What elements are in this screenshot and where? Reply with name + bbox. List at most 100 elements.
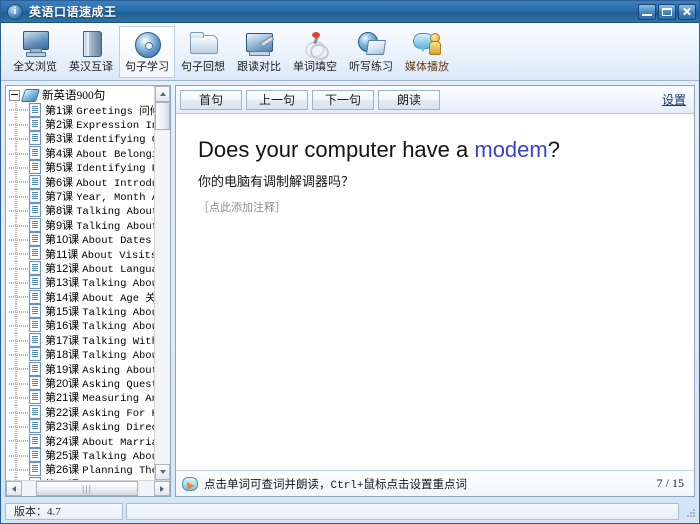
sentence-keyword[interactable]: modem <box>474 137 547 162</box>
status-pane <box>126 502 679 520</box>
tree-item-lesson[interactable]: 第20课 Asking Quest <box>6 375 154 391</box>
sentence-english[interactable]: Does your computer have a modem? <box>198 136 694 164</box>
tree-connector <box>9 131 29 146</box>
tree-vertical-scrollbar[interactable] <box>154 86 170 480</box>
tree-item-lesson[interactable]: 第1课 Greetings 问候 <box>6 102 154 118</box>
tree-item-lesson[interactable]: 第13课 Talking Abou <box>6 275 154 290</box>
toolbar-item-media-player[interactable]: 媒体播放 <box>399 26 455 78</box>
document-icon <box>29 116 41 131</box>
scroll-left-button[interactable] <box>6 481 22 496</box>
tree-item-lesson[interactable]: 第12课 About Langua <box>6 260 154 276</box>
tree-item-lesson[interactable]: 第9课 Talking About <box>6 217 154 233</box>
tree-item-lesson[interactable]: 第15课 Talking Abou <box>6 303 154 319</box>
tree-connector <box>9 332 29 348</box>
previous-sentence-button[interactable]: 上一句 <box>246 89 308 110</box>
tree-item-lesson[interactable]: 第5课 Identifying P <box>6 159 154 175</box>
sentence-chinese: 你的电脑有调制解调器吗？ <box>198 174 355 189</box>
toolbar-item-sentence-recall[interactable]: 句子回想 <box>175 26 231 78</box>
status-hint: 点击单词可查词并朗读，Ctrl+鼠标点击设置重点词 <box>204 476 467 492</box>
tree-item-lesson[interactable]: 第10课 About Dates <box>6 231 154 247</box>
tree-item-lesson[interactable]: 第25课 Talking Abou <box>6 447 154 463</box>
tree-item-lesson[interactable]: 第22课 Asking For H <box>6 404 154 420</box>
toolbar-label: 句子回想 <box>181 61 225 73</box>
tree-item-lesson[interactable]: 第14课 About Age 关 <box>6 289 154 305</box>
add-note-link[interactable]: ［点此添加注释］ <box>198 199 694 215</box>
tree-item-lesson[interactable]: 第8课 Talking About <box>6 203 154 218</box>
document-icon <box>29 203 41 218</box>
tree-item-lesson[interactable]: 第26课 Planning The <box>6 462 154 477</box>
sentence-counter: 7 / 15 <box>656 476 684 490</box>
document-icon <box>29 217 41 232</box>
first-sentence-button[interactable]: 首句 <box>180 89 242 110</box>
tree-connector <box>9 476 29 480</box>
status-hint-part1: 点击单词可查词并朗读， <box>204 478 331 491</box>
tree-item-lesson[interactable]: 第3课 Identifying O <box>6 131 154 146</box>
tree-collapse-toggle[interactable] <box>9 89 20 101</box>
minimize-button[interactable] <box>638 3 656 20</box>
tree-horizontal-scrollbar[interactable]: ||| <box>6 480 170 496</box>
tree-connector <box>9 375 29 391</box>
document-icon <box>29 462 41 477</box>
toolbar-item-dictation[interactable]: 听写练习 <box>343 26 399 78</box>
speech-person-icon <box>411 29 443 59</box>
tree-item-lesson[interactable]: 第16课 Talking Abou <box>6 318 154 333</box>
toolbar-item-translate[interactable]: 英汉互译 <box>63 26 119 78</box>
tree-item-lesson[interactable]: 第2课 Expression In <box>6 116 154 132</box>
scroll-down-button[interactable] <box>155 464 170 480</box>
book-icon <box>75 29 107 59</box>
globe-page-icon <box>355 29 387 59</box>
tree-connector <box>9 404 29 419</box>
tree-item-lesson[interactable]: 第7课 Year, Month A <box>6 188 154 204</box>
maximize-button[interactable] <box>658 3 676 20</box>
tree-item-label: 第27课 Talking Abou <box>45 476 154 480</box>
folder-icon <box>187 29 219 59</box>
close-button[interactable] <box>678 3 696 20</box>
toolbar-label: 英汉互译 <box>69 61 113 73</box>
tree-root-node[interactable]: 新英语900句 <box>6 88 154 102</box>
tree-connector <box>9 347 29 362</box>
tree-item-lesson[interactable]: 第17课 Talking With <box>6 332 154 348</box>
sentence-area: Does your computer have a modem? 你的电脑有调制… <box>176 114 694 470</box>
toolbar-item-sentence-study[interactable]: 句子学习 <box>119 26 175 78</box>
tree-item-lesson[interactable]: 第23课 Asking Direc <box>6 418 154 434</box>
next-sentence-button[interactable]: 下一句 <box>312 89 374 110</box>
horizontal-scroll-track[interactable]: ||| <box>22 481 154 496</box>
tree-connector <box>9 246 29 261</box>
monitor-icon <box>19 29 51 59</box>
tree-item-lesson[interactable]: 第27课 Talking Abou <box>6 476 154 480</box>
cd-icon <box>131 29 163 59</box>
resize-grip-icon[interactable] <box>682 504 696 518</box>
lesson-tree[interactable]: 新英语900句 第1课 Greetings 问候 第2课 Expression In… <box>6 86 154 480</box>
tree-connector <box>9 260 29 276</box>
vertical-scroll-thumb[interactable] <box>155 102 170 130</box>
document-icon <box>29 404 41 419</box>
tree-item-lesson[interactable]: 第11课 About Visits <box>6 246 154 262</box>
book-diamond-icon <box>20 88 41 102</box>
tree-item-lesson[interactable]: 第6课 About Introdu <box>6 174 154 190</box>
tree-item-lesson[interactable]: 第4课 About Belongi <box>6 145 154 161</box>
tree-connector <box>9 318 29 333</box>
read-aloud-button[interactable]: 朗读 <box>378 89 440 110</box>
scroll-up-button[interactable] <box>155 86 170 102</box>
tree-connector <box>9 390 29 405</box>
horizontal-scroll-thumb[interactable]: ||| <box>36 481 138 496</box>
toolbar-item-read-compare[interactable]: 跟读对比 <box>231 26 287 78</box>
document-icon <box>29 476 41 480</box>
vertical-scroll-track[interactable] <box>155 102 170 464</box>
tree-connector <box>9 447 29 463</box>
document-icon <box>29 419 41 434</box>
document-icon <box>29 318 41 333</box>
toolbar-item-word-fill[interactable]: 单词填空 <box>287 26 343 78</box>
toolbar-item-full-text[interactable]: 全文浏览 <box>7 26 63 78</box>
tree-item-lesson[interactable]: 第18课 Talking Abou <box>6 347 154 362</box>
toolbar-label: 听写练习 <box>349 61 393 73</box>
tree-item-lesson[interactable]: 第19课 Asking About <box>6 361 154 377</box>
tree-item-lesson[interactable]: 第24课 About Marria <box>6 433 154 449</box>
toolbar-label: 句子学习 <box>125 61 169 73</box>
tree-item-lesson[interactable]: 第21课 Measuring An <box>6 390 154 405</box>
settings-link[interactable]: 设置 <box>662 91 686 108</box>
toolbar-label: 全文浏览 <box>13 61 57 73</box>
document-icon <box>29 332 41 347</box>
scroll-right-button[interactable] <box>154 481 170 496</box>
version-pane: 版本：4.7 <box>5 502 123 520</box>
